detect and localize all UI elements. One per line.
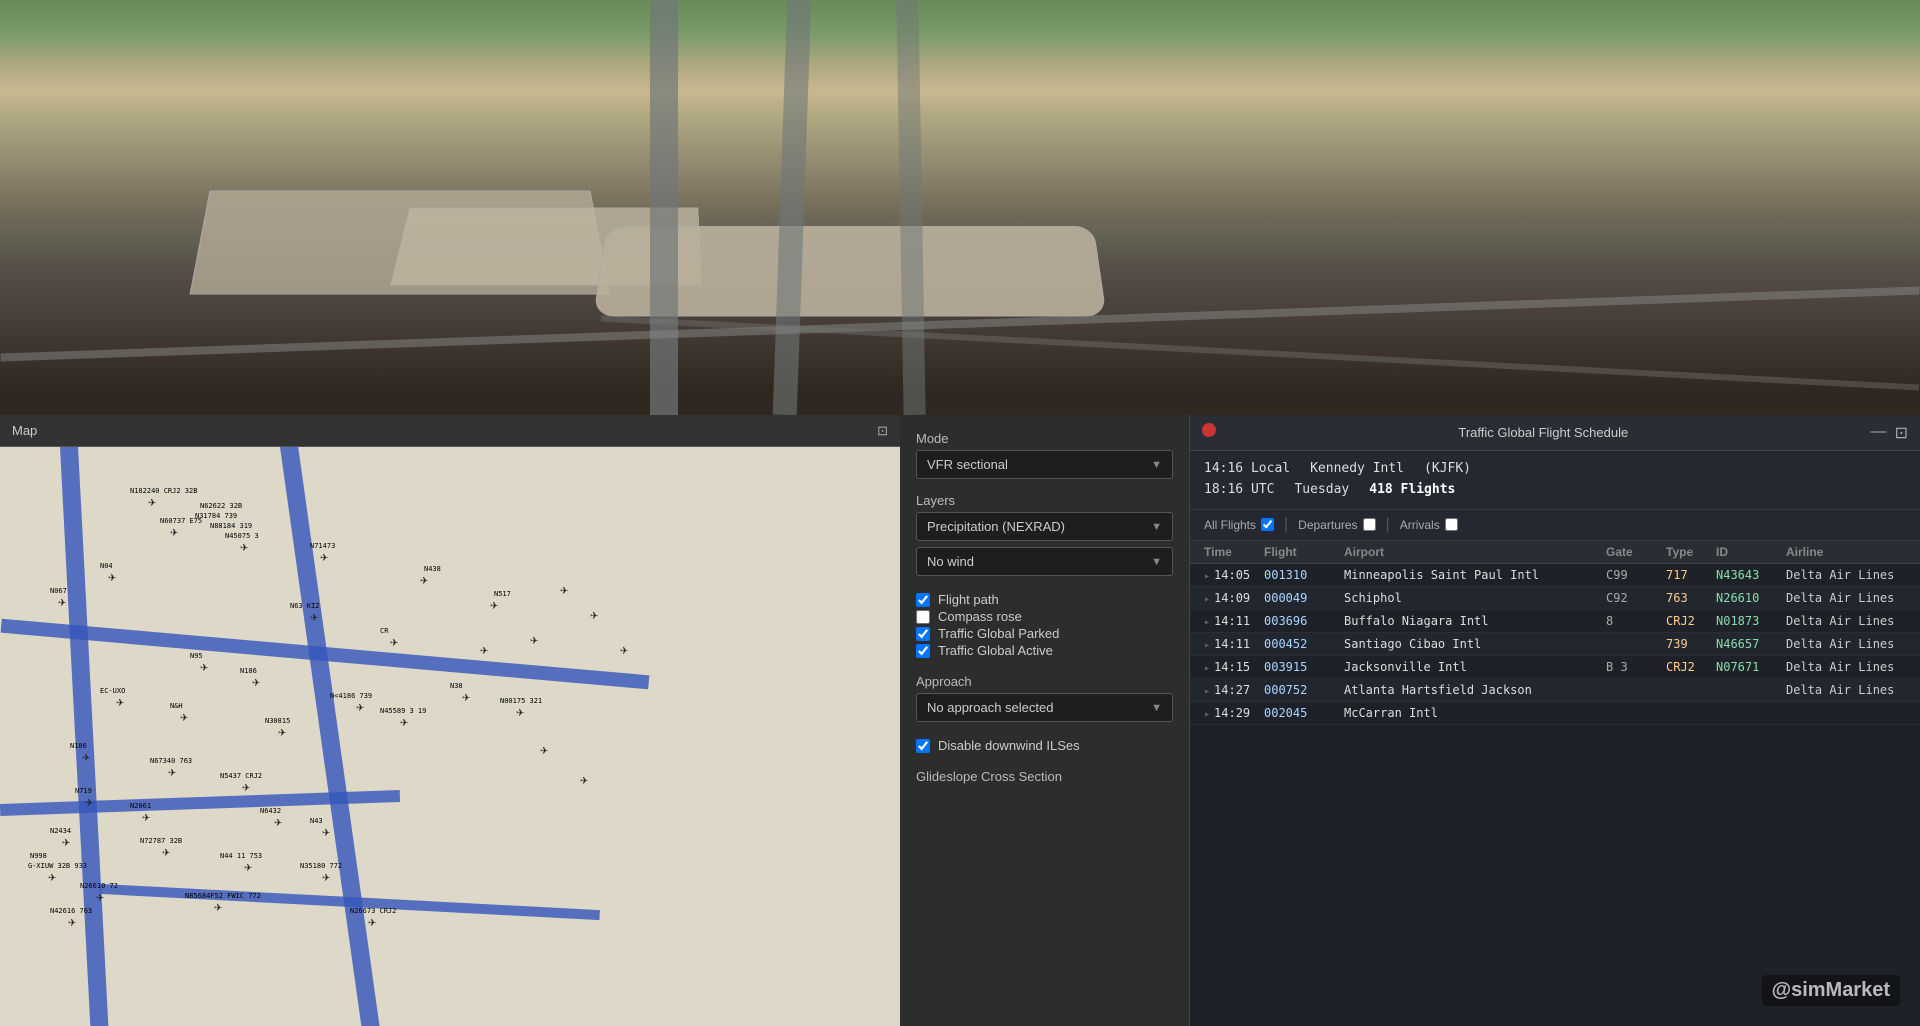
traffic-active-row: Traffic Global Active — [916, 643, 1173, 658]
flight-path-row: Flight path — [916, 592, 1173, 607]
flight-panel-close-icon[interactable] — [1202, 423, 1216, 442]
map-section: Map ⊡ N182240 CRJ2 32B ✈ N60737 E75 ✈ N6… — [0, 415, 900, 1026]
map-titlebar: Map ⊡ — [0, 415, 900, 447]
departures-checkbox[interactable] — [1363, 518, 1376, 531]
table-row[interactable]: ▸14:11 003696 Buffalo Niagara Intl 8 CRJ… — [1190, 610, 1920, 633]
departures-filter: Departures — [1298, 518, 1375, 532]
bottom-panel: Map ⊡ N182240 CRJ2 32B ✈ N60737 E75 ✈ N6… — [0, 415, 1920, 1026]
all-flights-label: All Flights — [1204, 518, 1256, 532]
flight-table: ▸14:05 001310 Minneapolis Saint Paul Int… — [1190, 564, 1920, 1026]
compass-rose-checkbox[interactable] — [916, 610, 930, 624]
col-airport: Airport — [1344, 545, 1606, 559]
checkboxes-section: Flight path Compass rose Traffic Global … — [916, 590, 1173, 660]
arrivals-checkbox[interactable] — [1445, 518, 1458, 531]
mode-section: Mode VFR sectional ▼ — [916, 431, 1173, 479]
aerial-view — [0, 0, 1920, 415]
table-row[interactable]: ▸14:05 001310 Minneapolis Saint Paul Int… — [1190, 564, 1920, 587]
col-time: Time — [1204, 545, 1264, 559]
layer1-value: Precipitation (NEXRAD) — [927, 519, 1065, 534]
flight-panel-minimize-icon[interactable]: — — [1871, 423, 1887, 443]
traffic-parked-checkbox[interactable] — [916, 627, 930, 641]
flight-panel-expand-icon[interactable]: ⊡ — [1895, 423, 1908, 443]
traffic-parked-label: Traffic Global Parked — [938, 626, 1059, 641]
approach-label: Approach — [916, 674, 1173, 689]
mode-chevron-icon: ▼ — [1151, 459, 1162, 471]
departures-label: Departures — [1298, 518, 1357, 532]
layer2-chevron-icon: ▼ — [1151, 556, 1162, 568]
approach-section: Approach No approach selected ▼ — [916, 674, 1173, 722]
flight-panel: Traffic Global Flight Schedule — ⊡ 14:16… — [1190, 415, 1920, 1026]
layer1-chevron-icon: ▼ — [1151, 521, 1162, 533]
local-time: 14:16 Local — [1204, 459, 1290, 480]
airport-icao: (KJFK) — [1424, 459, 1471, 480]
mode-value: VFR sectional — [927, 457, 1008, 472]
col-gate: Gate — [1606, 545, 1666, 559]
traffic-parked-row: Traffic Global Parked — [916, 626, 1173, 641]
approach-value: No approach selected — [927, 700, 1053, 715]
col-id: ID — [1716, 545, 1786, 559]
control-panel: Mode VFR sectional ▼ Layers Precipitatio… — [900, 415, 1190, 1026]
col-airline: Airline — [1786, 545, 1906, 559]
arrivals-label: Arrivals — [1400, 518, 1440, 532]
disable-downwind-row: Disable downwind ILSes — [916, 738, 1173, 753]
table-row[interactable]: ▸14:15 003915 Jacksonville Intl B 3 CRJ2… — [1190, 656, 1920, 679]
mode-dropdown[interactable]: VFR sectional ▼ — [916, 450, 1173, 479]
map-canvas[interactable]: N182240 CRJ2 32B ✈ N60737 E75 ✈ N62622 3… — [0, 447, 900, 1026]
flight-day: Tuesday — [1294, 480, 1349, 501]
approach-chevron-icon: ▼ — [1151, 702, 1162, 714]
glideslope-label: Glideslope Cross Section — [916, 769, 1173, 784]
flight-table-header: Time Flight Airport Gate Type ID Airline — [1190, 541, 1920, 564]
flight-path-label: Flight path — [938, 592, 999, 607]
compass-rose-label: Compass rose — [938, 609, 1022, 624]
layers-label: Layers — [916, 493, 1173, 508]
compass-rose-row: Compass rose — [916, 609, 1173, 624]
filter-divider-2: | — [1386, 516, 1390, 534]
arrivals-filter: Arrivals — [1400, 518, 1458, 532]
col-type: Type — [1666, 545, 1716, 559]
all-flights-checkbox[interactable] — [1261, 518, 1274, 531]
flight-panel-title: Traffic Global Flight Schedule — [1216, 425, 1871, 440]
map-title: Map — [12, 423, 37, 438]
flight-panel-controls: — ⊡ — [1871, 423, 1908, 443]
layer2-dropdown[interactable]: No wind ▼ — [916, 547, 1173, 576]
traffic-active-checkbox[interactable] — [916, 644, 930, 658]
watermark: @simMarket — [1762, 975, 1900, 1006]
disable-downwind-label: Disable downwind ILSes — [938, 738, 1080, 753]
filter-divider-1: | — [1284, 516, 1288, 534]
table-row[interactable]: ▸14:09 000049 Schiphol C92 763 N26610 De… — [1190, 587, 1920, 610]
flight-titlebar: Traffic Global Flight Schedule — ⊡ — [1190, 415, 1920, 451]
table-row[interactable]: ▸14:11 000452 Santiago Cibao Intl 739 N4… — [1190, 633, 1920, 656]
flight-count: 418 Flights — [1369, 480, 1455, 501]
all-flights-filter: All Flights — [1204, 518, 1274, 532]
col-flight: Flight — [1264, 545, 1344, 559]
flight-path-checkbox[interactable] — [916, 593, 930, 607]
layer2-value: No wind — [927, 554, 974, 569]
disable-downwind-checkbox[interactable] — [916, 739, 930, 753]
utc-time: 18:16 UTC — [1204, 480, 1274, 501]
approach-dropdown[interactable]: No approach selected ▼ — [916, 693, 1173, 722]
map-expand-icon[interactable]: ⊡ — [877, 423, 888, 439]
traffic-active-label: Traffic Global Active — [938, 643, 1053, 658]
airport-name: Kennedy Intl — [1310, 459, 1404, 480]
mode-label: Mode — [916, 431, 1173, 446]
layers-section: Layers Precipitation (NEXRAD) ▼ No wind … — [916, 493, 1173, 576]
flight-filter-bar: All Flights | Departures | Arrivals — [1190, 510, 1920, 541]
table-row[interactable]: ▸14:29 002045 McCarran Intl — [1190, 702, 1920, 725]
table-row[interactable]: ▸14:27 000752 Atlanta Hartsfield Jackson… — [1190, 679, 1920, 702]
layer1-dropdown[interactable]: Precipitation (NEXRAD) ▼ — [916, 512, 1173, 541]
flight-info-bar: 14:16 Local Kennedy Intl (KJFK) 18:16 UT… — [1190, 451, 1920, 510]
